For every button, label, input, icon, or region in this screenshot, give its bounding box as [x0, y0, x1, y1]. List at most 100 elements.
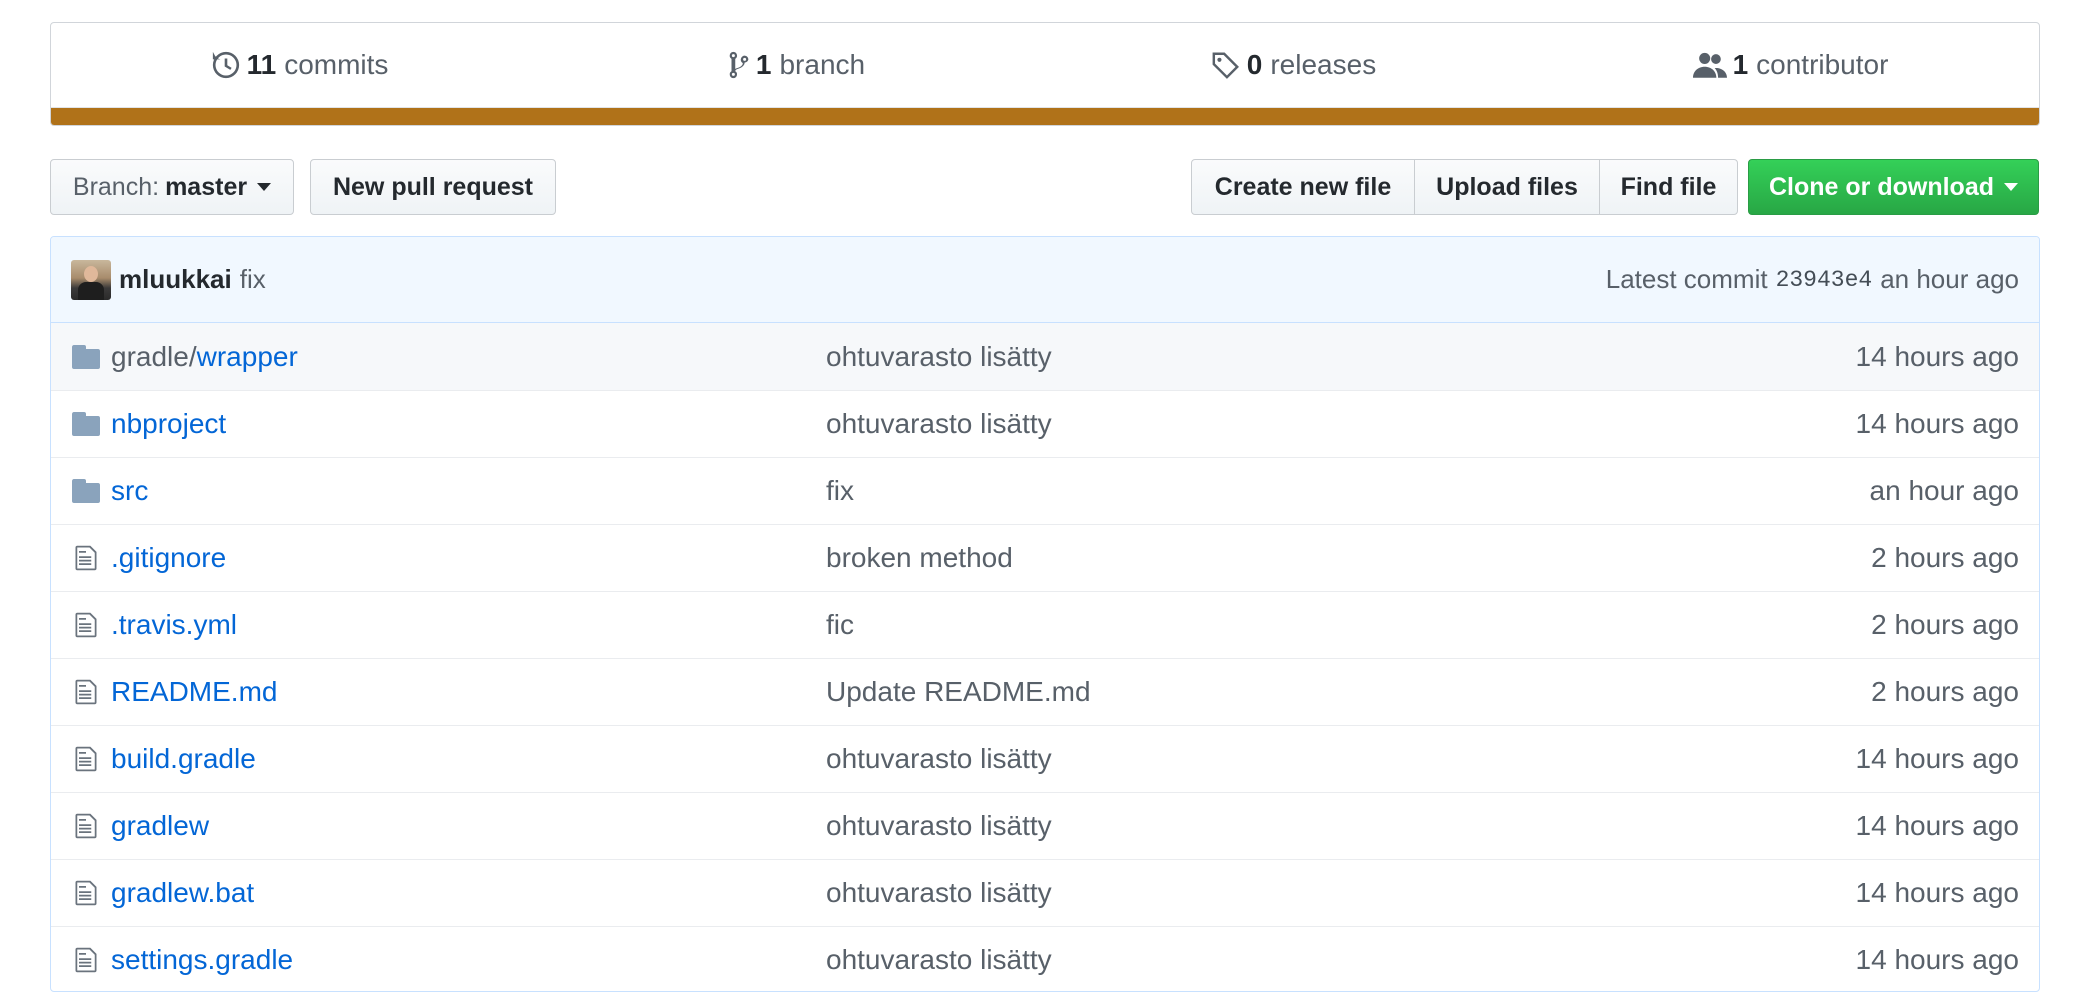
file-commit-message[interactable]: ohtuvarasto lisätty [826, 944, 1856, 976]
file-icon [71, 745, 101, 773]
file-commit-message[interactable]: Update README.md [826, 676, 1871, 708]
commit-author[interactable]: mluukkai [119, 264, 232, 295]
people-icon [1692, 50, 1727, 80]
file-icon [71, 946, 101, 974]
file-commit-message[interactable]: ohtuvarasto lisätty [826, 743, 1856, 775]
commits-label: commits [284, 49, 389, 80]
clone-label: Clone or download [1769, 172, 1994, 201]
commit-age: an hour ago [1880, 264, 2019, 294]
branch-prefix: Branch: [72, 172, 160, 201]
file-age: 14 hours ago [1855, 408, 2019, 439]
file-row[interactable]: gradle/wrapper ohtuvarasto lisätty 14 hour… [51, 323, 2039, 390]
releases-count: 0 [1246, 49, 1263, 80]
contributors-label: contributor [1756, 49, 1889, 80]
commits-count: 11 [246, 49, 277, 80]
releases-label: releases [1270, 49, 1377, 80]
file-list: gradle/wrapper ohtuvarasto lisätty 14 hour… [51, 323, 2039, 991]
language-bar[interactable] [51, 107, 2039, 125]
branch-select-button[interactable]: Branch: master [50, 159, 294, 215]
file-name-link[interactable]: README.md [111, 676, 826, 708]
file-row[interactable]: gradlew ohtuvarasto lisätty 14 hours ago [51, 792, 2039, 859]
branch-name: master [165, 172, 248, 201]
commits-link[interactable]: 11 commits [51, 49, 548, 81]
repo-summary: 11 commits 1 branch 0 releases 1 contrib… [50, 22, 2040, 126]
file-row[interactable]: src fix an hour ago [51, 457, 2039, 524]
avatar[interactable] [71, 259, 111, 300]
branches-count: 1 [755, 49, 772, 80]
contributors-count: 1 [1732, 49, 1749, 80]
file-name-link[interactable]: .travis.yml [111, 609, 826, 641]
file-name-link[interactable]: .gitignore [111, 542, 826, 574]
file-age: 14 hours ago [1855, 743, 2019, 774]
file-actions-group: Create new file Upload files Find file [1191, 159, 1738, 215]
file-icon [71, 611, 101, 639]
file-name-link[interactable]: gradlew [111, 810, 826, 842]
file-name-link[interactable]: gradlew.bat [111, 877, 826, 909]
commit-sha[interactable]: 23943e4 [1776, 267, 1873, 293]
folder-icon [71, 410, 101, 438]
releases-link[interactable]: 0 releases [1045, 49, 1542, 81]
file-name[interactable]: wrapper [197, 341, 298, 372]
file-age: 2 hours ago [1871, 676, 2019, 707]
file-icon [71, 678, 101, 706]
file-name[interactable]: .gitignore [111, 542, 226, 573]
file-navigation-table: mluukkai fix Latest commit 23943e4 an ho… [50, 236, 2040, 992]
git-branch-icon [728, 50, 750, 80]
file-row[interactable]: nbproject ohtuvarasto lisätty 14 hours ago [51, 390, 2039, 457]
file-commit-message[interactable]: ohtuvarasto lisätty [826, 341, 1856, 373]
file-name[interactable]: build.gradle [111, 743, 256, 774]
file-row[interactable]: README.md Update README.md 2 hours ago [51, 658, 2039, 725]
file-commit-message[interactable]: ohtuvarasto lisätty [826, 810, 1856, 842]
file-age: 2 hours ago [1871, 609, 2019, 640]
latest-commit-bar: mluukkai fix Latest commit 23943e4 an ho… [51, 237, 2039, 323]
branches-label: branch [779, 49, 866, 80]
file-row[interactable]: .travis.yml fic 2 hours ago [51, 591, 2039, 658]
file-age: 2 hours ago [1871, 542, 2019, 573]
file-icon [71, 812, 101, 840]
file-commit-message[interactable]: fix [826, 475, 1870, 507]
file-age: 14 hours ago [1855, 877, 2019, 908]
file-name[interactable]: src [111, 475, 148, 506]
file-name[interactable]: settings.gradle [111, 944, 293, 975]
caret-down-icon [2004, 183, 2018, 191]
file-name-link[interactable]: gradle/wrapper [111, 341, 826, 373]
new-pull-request-button[interactable]: New pull request [310, 159, 556, 215]
file-row[interactable]: gradlew.bat ohtuvarasto lisätty 14 hours a… [51, 859, 2039, 926]
file-name[interactable]: .travis.yml [111, 609, 237, 640]
upload-files-button[interactable]: Upload files [1414, 159, 1600, 215]
folder-icon [71, 343, 101, 371]
branches-link[interactable]: 1 branch [548, 49, 1045, 81]
file-name-link[interactable]: build.gradle [111, 743, 826, 775]
file-commit-message[interactable]: ohtuvarasto lisätty [826, 877, 1856, 909]
file-path-prefix[interactable]: gradle/ [111, 341, 197, 372]
find-file-button[interactable]: Find file [1599, 159, 1738, 215]
file-row[interactable]: build.gradle ohtuvarasto lisätty 14 hours … [51, 725, 2039, 792]
latest-commit-info: Latest commit 23943e4 an hour ago [1606, 264, 2019, 295]
tag-icon [1211, 50, 1241, 80]
clone-or-download-button[interactable]: Clone or download [1748, 159, 2039, 215]
file-name[interactable]: nbproject [111, 408, 226, 439]
file-age: an hour ago [1869, 475, 2019, 506]
caret-down-icon [257, 183, 272, 191]
file-commit-message[interactable]: ohtuvarasto lisätty [826, 408, 1856, 440]
summary-items: 11 commits 1 branch 0 releases 1 contrib… [51, 23, 2039, 107]
folder-icon [71, 477, 101, 505]
file-name[interactable]: gradlew [111, 810, 209, 841]
file-commit-message[interactable]: fic [826, 609, 1871, 641]
commit-message[interactable]: fix [240, 264, 266, 295]
file-icon [71, 879, 101, 907]
file-name[interactable]: gradlew.bat [111, 877, 254, 908]
file-age: 14 hours ago [1855, 340, 2019, 372]
file-icon [71, 544, 101, 572]
file-name-link[interactable]: src [111, 475, 826, 507]
file-name-link[interactable]: nbproject [111, 408, 826, 440]
file-row[interactable]: .gitignore broken method 2 hours ago [51, 524, 2039, 591]
file-commit-message[interactable]: broken method [826, 542, 1871, 574]
file-name[interactable]: README.md [111, 676, 277, 707]
file-name-link[interactable]: settings.gradle [111, 944, 826, 976]
file-age: 14 hours ago [1855, 810, 2019, 841]
file-age: 14 hours ago [1855, 944, 2019, 975]
file-row[interactable]: settings.gradle ohtuvarasto lisätty 14 hou… [51, 926, 2039, 991]
create-new-file-button[interactable]: Create new file [1191, 159, 1415, 215]
contributors-link[interactable]: 1 contributor [1542, 49, 2039, 81]
